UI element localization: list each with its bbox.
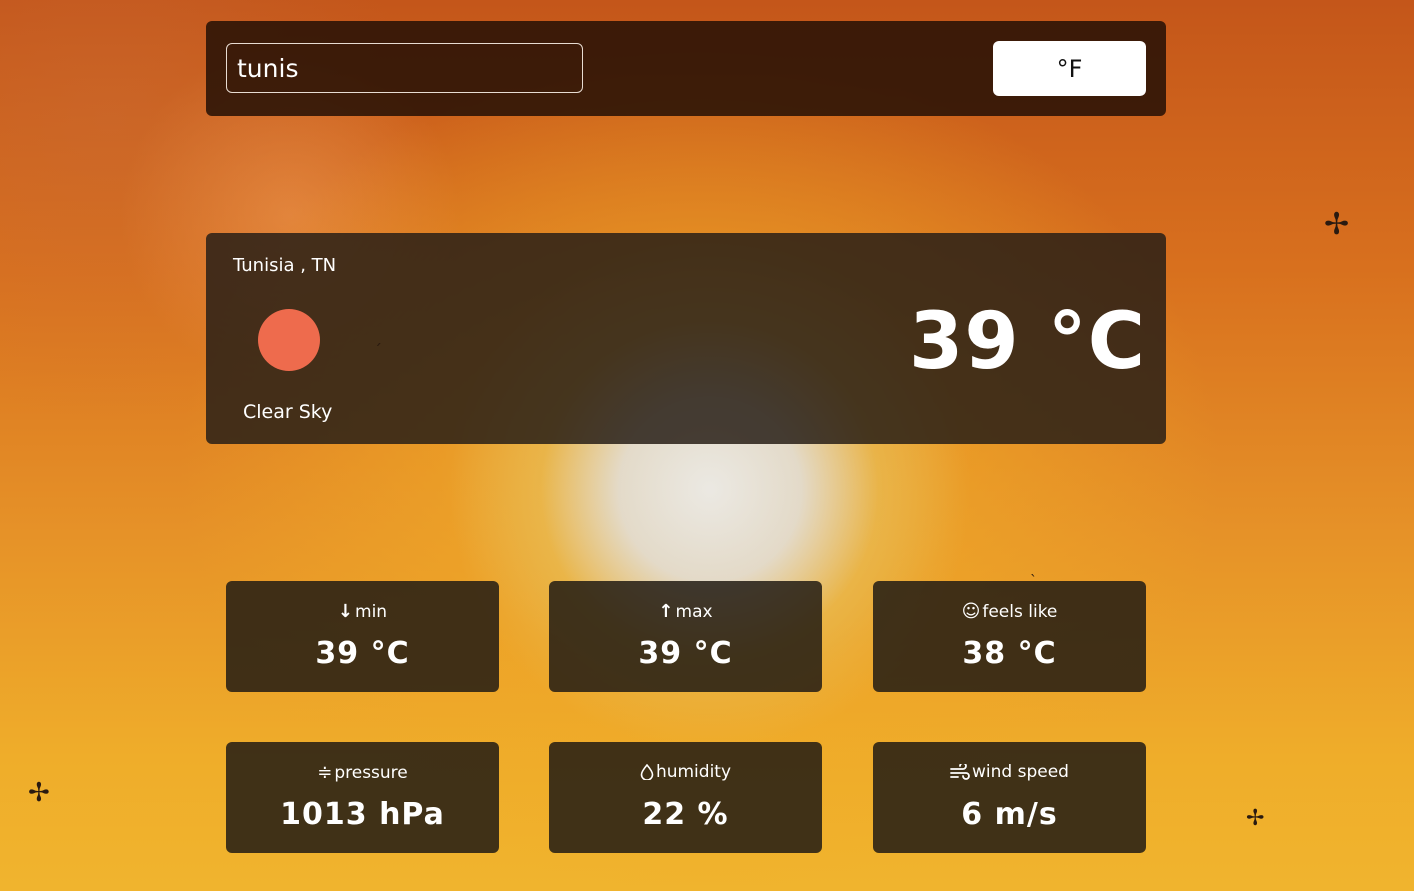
current-weather-card: Tunisia , TN ˏ Clear Sky 39 °C bbox=[206, 233, 1166, 444]
arrow-down-icon: ↓ bbox=[337, 601, 354, 622]
stat-value-pressure: 1013 hPa bbox=[280, 797, 445, 832]
stat-label-min: min bbox=[355, 601, 388, 622]
location-label: Tunisia , TN bbox=[233, 255, 337, 276]
droplet-icon bbox=[640, 764, 654, 780]
stat-card-min: ↓ min 39 °C bbox=[226, 581, 499, 692]
city-search-input[interactable] bbox=[226, 43, 583, 93]
stat-value-wind-speed: 6 m/s bbox=[961, 797, 1058, 832]
wind-icon bbox=[950, 764, 970, 780]
bird-icon: ✢ bbox=[1324, 207, 1350, 242]
stat-value-feels-like: 38 °C bbox=[962, 636, 1057, 671]
stat-card-max: ↑ max 39 °C bbox=[549, 581, 822, 692]
bird-icon: ✢ bbox=[28, 778, 50, 808]
bird-icon: ˎ bbox=[1030, 561, 1037, 577]
stat-card-pressure: ≑ pressure 1013 hPa bbox=[226, 742, 499, 853]
stat-label-humidity: humidity bbox=[655, 762, 732, 782]
unit-toggle-button[interactable]: °F bbox=[993, 41, 1146, 96]
weather-condition: Clear Sky bbox=[243, 401, 333, 423]
bird-icon: ✢ bbox=[1246, 806, 1265, 831]
search-bar: °F bbox=[206, 21, 1166, 116]
stat-card-humidity: humidity 22 % bbox=[549, 742, 822, 853]
stat-card-feels-like: ☺ feels like 38 °C bbox=[873, 581, 1146, 692]
stat-value-max: 39 °C bbox=[638, 636, 733, 671]
bird-icon: ˏ bbox=[374, 327, 382, 346]
stat-label-pressure: pressure bbox=[334, 762, 408, 783]
pressure-icon: ≑ bbox=[317, 762, 333, 783]
stat-value-min: 39 °C bbox=[315, 636, 410, 671]
current-temperature: 39 °C bbox=[909, 297, 1146, 387]
stat-value-humidity: 22 % bbox=[642, 797, 729, 832]
smiley-icon: ☺ bbox=[961, 601, 981, 622]
stat-label-wind-speed: wind speed bbox=[972, 762, 1069, 782]
stat-label-max: max bbox=[675, 601, 713, 622]
arrow-up-icon: ↑ bbox=[658, 601, 674, 622]
stat-card-wind-speed: wind speed 6 m/s bbox=[873, 742, 1146, 853]
sun-icon bbox=[258, 309, 320, 371]
stat-label-feels-like: feels like bbox=[982, 601, 1058, 622]
